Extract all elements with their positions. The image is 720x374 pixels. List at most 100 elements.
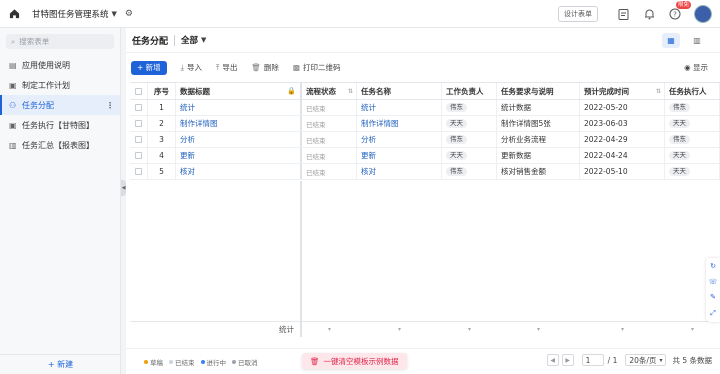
chart-view-icon[interactable]: ▥ [688, 33, 706, 48]
column-header[interactable]: 工作负责人 [442, 83, 497, 99]
row-owner-cell: 伟东 [442, 164, 497, 179]
summary-dropdown[interactable]: ▾ [665, 326, 720, 333]
help-icon[interactable]: ? 限免 [668, 1, 691, 21]
owner-tag: 伟东 [446, 167, 467, 176]
row-owner-cell: 天天 [442, 116, 497, 131]
page-size-select[interactable]: 20条/页 ▾ [625, 354, 667, 366]
import-label: 导入 [187, 63, 202, 72]
page-input[interactable]: 1 [581, 354, 604, 366]
row-checkbox[interactable] [130, 116, 148, 131]
sort-icon[interactable]: ⇅ [656, 88, 661, 95]
table-row[interactable]: 2 制作详情图 已结束 制作详情图 天天 制作详情图5张 2023-06-03 天天 [130, 116, 720, 132]
bell-icon[interactable] [642, 7, 656, 21]
chevron-down-icon[interactable]: ▼ [201, 36, 206, 44]
legend-dot [169, 359, 173, 364]
row-task-name[interactable]: 统计 [357, 100, 442, 115]
row-title-link[interactable]: 统计 [176, 100, 302, 115]
row-number: 2 [148, 116, 176, 131]
row-executor-cell: 天天 [665, 116, 720, 131]
refresh-icon[interactable]: ↻ [710, 262, 716, 270]
row-task-name[interactable]: 更新 [357, 148, 442, 163]
avatar[interactable] [694, 5, 712, 23]
row-title-link[interactable]: 分析 [176, 132, 302, 147]
home-icon[interactable] [0, 0, 28, 28]
doc-icon: ▤ [9, 60, 17, 70]
clipboard-icon[interactable] [616, 7, 630, 21]
row-date: 2022-05-10 [580, 164, 665, 179]
table-row[interactable]: 1 统计 已结束 统计 伟东 统计数据 2022-05-20 伟东 [130, 100, 720, 116]
expand-icon[interactable]: ⤢ [710, 309, 716, 318]
row-date: 2023-06-03 [580, 116, 665, 131]
sidebar-new-button[interactable]: + 新建 [0, 354, 121, 374]
column-header[interactable]: 数据标题 🔒 [176, 83, 302, 99]
row-title-link[interactable]: 更新 [176, 148, 302, 163]
row-checkbox[interactable] [130, 148, 148, 163]
column-header[interactable]: 任务名称 [357, 83, 442, 99]
row-number: 4 [148, 148, 176, 163]
row-state: 已结束 [302, 164, 357, 179]
next-page-button[interactable]: ▶ [561, 354, 574, 366]
executor-tag: 伟东 [669, 135, 690, 144]
row-state: 已结束 [302, 100, 357, 115]
executor-tag: 伟东 [669, 103, 690, 112]
summary-dropdown[interactable]: ▾ [302, 326, 357, 333]
sidebar-item-work-plan[interactable]: ▣ 制定工作计划 [0, 75, 120, 95]
table-view-icon[interactable]: ▦ [662, 33, 680, 48]
row-title-link[interactable]: 制作详情图 [176, 116, 302, 131]
sidebar: ⌕ 搜索表单 ▤ 应用使用说明 ▣ 制定工作计划 ⚇ 任务分配 ⋮ ▣ 任务执行… [0, 28, 121, 374]
row-task-name[interactable]: 制作详情图 [357, 116, 442, 131]
toolbar: + 新增 ⤓ 导入 ⤒ 导出 🗑 删除 ▩ 打印二维码 ◉ 显示 [126, 53, 720, 82]
sidebar-item-label: 任务汇总【报表图】 [22, 140, 94, 150]
sidebar-item-task-assign[interactable]: ⚇ 任务分配 ⋮ [0, 95, 120, 115]
design-form-button[interactable]: 设计表单 [558, 6, 598, 22]
clear-sample-data-button[interactable]: 🗑 一键清空模板示例数据 [302, 353, 407, 369]
row-checkbox[interactable] [130, 100, 148, 115]
import-button[interactable]: ⤓ 导入 [181, 62, 202, 73]
more-icon[interactable]: ⋮ [106, 101, 114, 110]
form-icon: ▣ [9, 80, 17, 90]
prev-page-button[interactable]: ◀ [546, 354, 559, 366]
row-title-link[interactable]: 核对 [176, 164, 302, 179]
print-qr-button[interactable]: ▩ 打印二维码 [293, 62, 341, 73]
page-title: 任务分配 [132, 36, 169, 47]
row-task-name[interactable]: 分析 [357, 132, 442, 147]
edit-icon[interactable]: ✎ [710, 293, 716, 301]
column-header[interactable]: 预计完成时间 ⇅ [580, 83, 665, 99]
sort-icon[interactable]: ⇅ [348, 88, 353, 95]
summary-dropdown[interactable]: ▾ [580, 326, 665, 333]
search-input[interactable]: ⌕ 搜索表单 [6, 34, 114, 49]
sidebar-item-usage-guide[interactable]: ▤ 应用使用说明 [0, 55, 120, 75]
row-task-name[interactable]: 核对 [357, 164, 442, 179]
phone-icon[interactable]: ☏ [709, 278, 718, 286]
export-button[interactable]: ⤒ 导出 [216, 62, 237, 73]
row-checkbox[interactable] [130, 164, 148, 179]
show-columns-button[interactable]: ◉ 显示 [684, 62, 708, 73]
view-selector[interactable]: 全部 [181, 34, 198, 46]
column-header[interactable]: 流程状态 ⇅ [302, 83, 357, 99]
sidebar-item-task-gantt[interactable]: ▣ 任务执行【甘特图】 [0, 115, 120, 135]
table-row[interactable]: 5 核对 已结束 核对 伟东 核对销售金额 2022-05-10 天天 [130, 164, 720, 180]
show-label: 显示 [693, 63, 708, 72]
divider [174, 34, 176, 46]
trash-icon: 🗑 [251, 63, 261, 72]
row-checkbox[interactable] [130, 132, 148, 147]
executor-tag: 天天 [669, 151, 690, 160]
caret-down-icon[interactable]: ▼ [112, 10, 117, 18]
summary-dropdown[interactable]: ▾ [357, 326, 442, 333]
add-button[interactable]: + 新增 [131, 60, 167, 75]
app-title[interactable]: 甘特图任务管理系统 [32, 8, 109, 20]
row-executor-cell: 伟东 [665, 132, 720, 147]
summary-dropdown[interactable]: ▾ [442, 326, 497, 333]
delete-button[interactable]: 🗑 删除 [251, 62, 279, 73]
column-header[interactable]: 任务要求与说明 [497, 83, 580, 99]
gear-icon[interactable]: ⚙ [125, 9, 133, 19]
table-row[interactable]: 3 分析 已结束 分析 伟东 分析业务流程 2022-04-29 伟东 [130, 132, 720, 148]
select-all-checkbox[interactable] [130, 83, 148, 99]
column-header[interactable]: 任务执行人 [665, 83, 720, 99]
sidebar-item-task-report[interactable]: ▥ 任务汇总【报表图】 [0, 135, 120, 155]
summary-dropdown[interactable]: ▾ [497, 326, 580, 333]
row-state: 已结束 [302, 116, 357, 131]
legend-label: 已取消 [238, 358, 258, 367]
delete-label: 删除 [263, 63, 279, 72]
table-row[interactable]: 4 更新 已结束 更新 天天 更新数据 2022-04-24 天天 [130, 148, 720, 164]
